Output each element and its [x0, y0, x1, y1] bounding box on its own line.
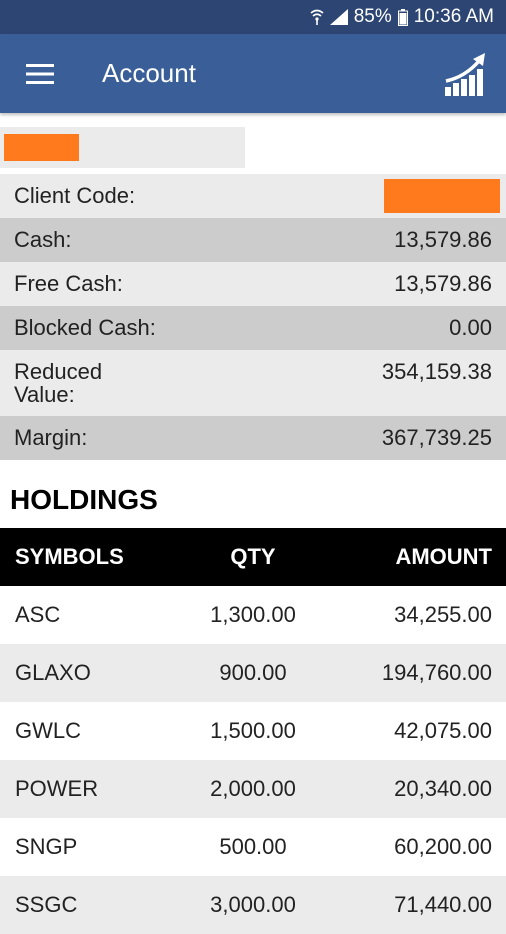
chart-button[interactable]: [426, 34, 506, 113]
margin-row: Margin: 367,739.25: [0, 416, 506, 460]
qty-cell: 1,500.00: [210, 718, 296, 743]
reduced-value-label: Reduced Value:: [14, 359, 103, 407]
free-cash-row: Free Cash: 13,579.86: [0, 262, 506, 306]
qty-cell: 3,000.00: [210, 892, 296, 917]
client-code-row: Client Code:: [0, 174, 506, 218]
trend-chart-icon: [445, 52, 485, 96]
wifi-icon: [310, 9, 324, 25]
qty-cell: 1,300.00: [210, 602, 296, 627]
amount-cell: 20,340.00: [394, 776, 492, 801]
account-summary: Client Code: Cash: 13,579.86 Free Cash: …: [0, 174, 506, 460]
column-amount: AMOUNT: [395, 544, 492, 569]
status-time: 10:36 AM: [413, 6, 494, 27]
qty-cell: 900.00: [219, 660, 287, 685]
amount-cell: 42,075.00: [394, 718, 492, 743]
table-row[interactable]: ASC 1,300.00 34,255.00: [0, 586, 506, 644]
blocked-cash-value: 0.00: [449, 315, 492, 340]
battery-percent: 85%: [353, 6, 392, 27]
client-code-redacted: [384, 179, 500, 213]
symbol-cell: GWLC: [15, 718, 81, 743]
symbol-cell: POWER: [15, 776, 99, 801]
table-row[interactable]: POWER 2,000.00 20,340.00: [0, 760, 506, 818]
battery-icon: [397, 8, 408, 26]
qty-cell: 2,000.00: [210, 776, 296, 801]
app-bar: Account: [0, 34, 506, 113]
margin-label: Margin:: [14, 425, 88, 450]
symbol-cell: GLAXO: [15, 660, 91, 685]
table-row[interactable]: GLAXO 900.00 194,760.00: [0, 644, 506, 702]
client-code-label: Client Code:: [14, 183, 136, 208]
menu-icon: [26, 63, 54, 84]
table-row[interactable]: SNGP 500.00 60,200.00: [0, 818, 506, 876]
amount-cell: 34,255.00: [394, 602, 492, 627]
holdings-heading: HOLDINGS: [10, 484, 158, 515]
margin-value: 367,739.25: [381, 425, 492, 450]
blocked-cash-row: Blocked Cash: 0.00: [0, 306, 506, 350]
menu-button[interactable]: [0, 34, 80, 113]
free-cash-label: Free Cash:: [14, 271, 123, 296]
table-row[interactable]: SSGC 3,000.00 71,440.00: [0, 876, 506, 934]
status-bar: 85% 10:36 AM: [0, 0, 506, 34]
blocked-cash-label: Blocked Cash:: [14, 315, 156, 340]
free-cash-value: 13,579.86: [394, 271, 492, 296]
cash-value: 13,579.86: [394, 227, 492, 252]
amount-cell: 60,200.00: [394, 834, 492, 859]
reduced-value-value: 354,159.38: [381, 359, 492, 384]
symbol-cell: SNGP: [15, 834, 78, 859]
redaction-mark: [4, 134, 79, 161]
table-row[interactable]: GWLC 1,500.00 42,075.00: [0, 702, 506, 760]
amount-cell: 194,760.00: [381, 660, 492, 685]
holdings-table-header: SYMBOLS QTY AMOUNT: [0, 528, 506, 586]
account-name-redacted: [0, 127, 245, 168]
symbol-cell: SSGC: [15, 892, 78, 917]
signal-icon: [329, 9, 348, 25]
amount-cell: 71,440.00: [394, 892, 492, 917]
qty-cell: 500.00: [219, 834, 287, 859]
column-symbols: SYMBOLS: [15, 544, 124, 569]
cash-row: Cash: 13,579.86: [0, 218, 506, 262]
symbol-cell: ASC: [15, 602, 61, 627]
page-title: Account: [102, 58, 196, 88]
reduced-value-row: Reduced Value: 354,159.38: [0, 350, 506, 416]
cash-label: Cash:: [14, 227, 72, 252]
column-qty: QTY: [230, 544, 276, 569]
holdings-table: ASC 1,300.00 34,255.00 GLAXO 900.00 194,…: [0, 586, 506, 934]
